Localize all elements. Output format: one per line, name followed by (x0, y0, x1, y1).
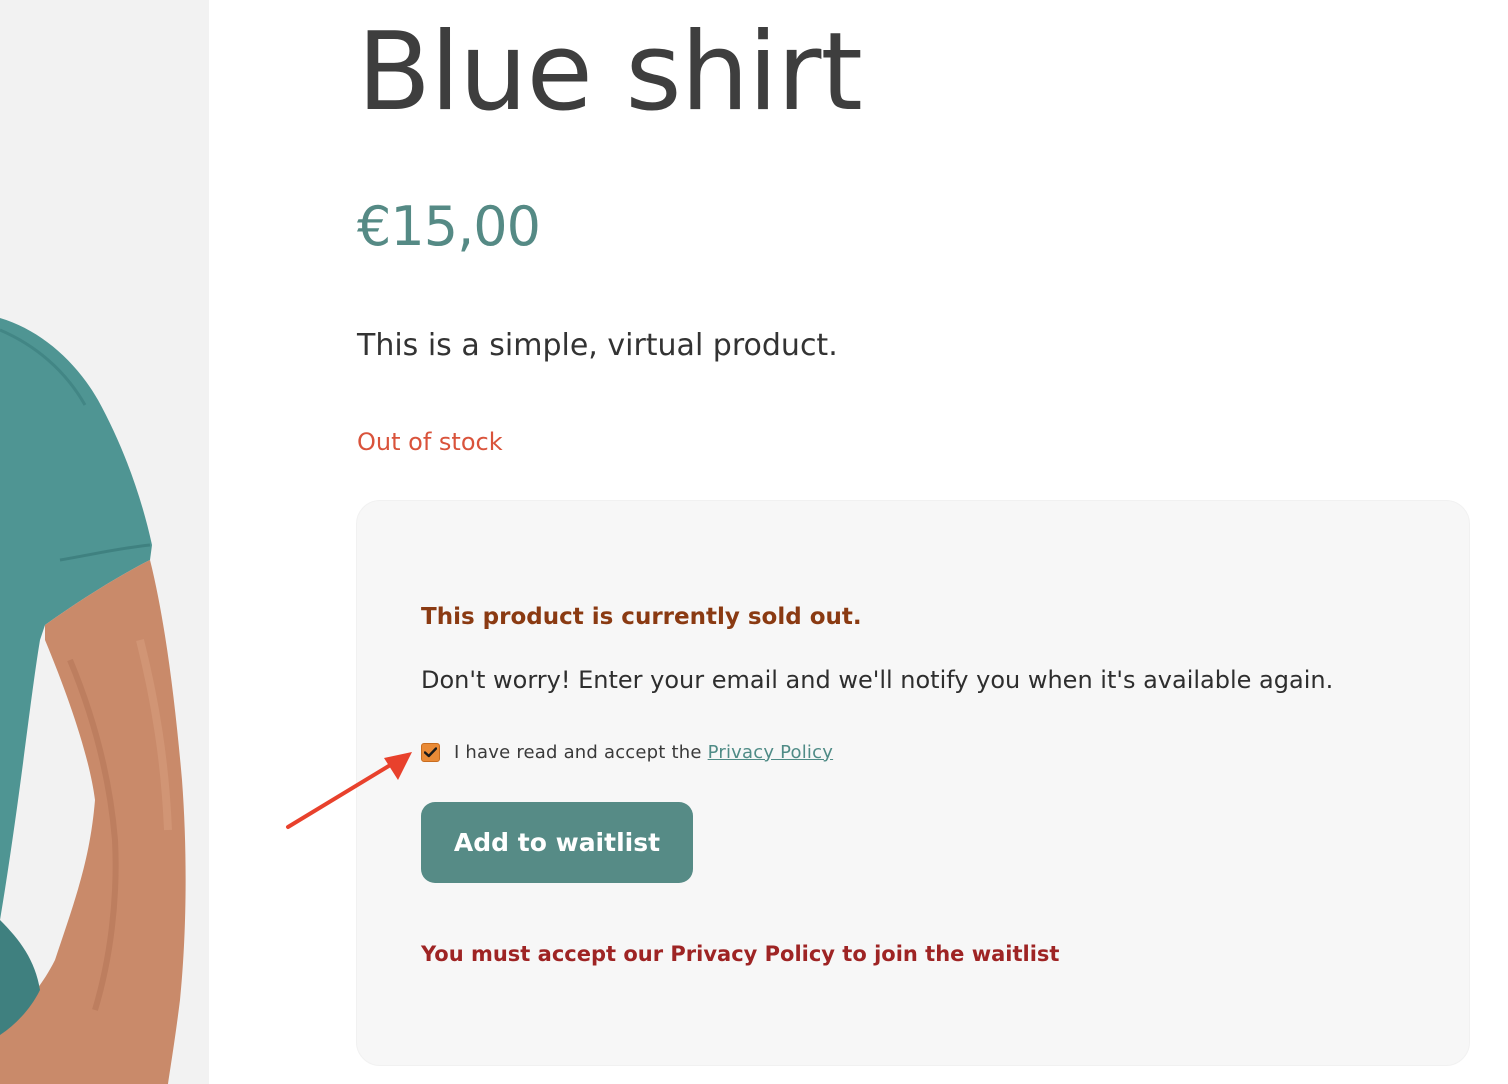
stock-status: Out of stock (357, 428, 503, 456)
consent-label: I have read and accept the (454, 741, 702, 763)
check-icon (424, 746, 437, 757)
notify-message: Don't worry! Enter your email and we'll … (421, 666, 1334, 694)
waitlist-panel: This product is currently sold out. Don'… (356, 500, 1470, 1066)
sold-out-heading: This product is currently sold out. (421, 604, 862, 630)
error-message: You must accept our Privacy Policy to jo… (421, 942, 1060, 966)
product-title: Blue shirt (357, 10, 863, 135)
privacy-consent-row: I have read and accept the Privacy Polic… (421, 739, 833, 765)
product-image (0, 0, 209, 1084)
arrow-icon (286, 752, 412, 829)
privacy-consent-checkbox[interactable] (421, 742, 440, 762)
product-page: Blue shirt €15,00 This is a simple, virt… (0, 0, 1508, 1084)
add-to-waitlist-button[interactable]: Add to waitlist (421, 802, 693, 883)
product-price: €15,00 (357, 195, 541, 258)
product-description: This is a simple, virtual product. (357, 328, 838, 363)
privacy-policy-link[interactable]: Privacy Policy (708, 742, 833, 763)
